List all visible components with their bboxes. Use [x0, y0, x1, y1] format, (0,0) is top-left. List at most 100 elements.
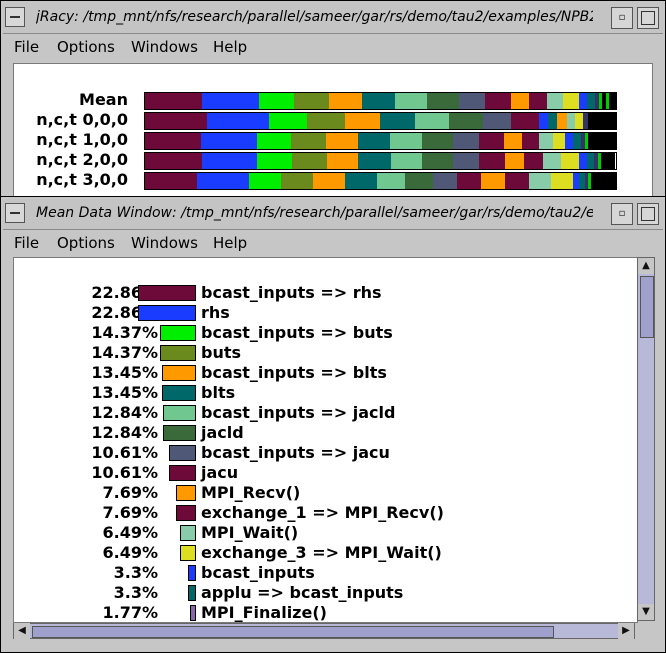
- mean-data-entry[interactable]: 12.84% bcast_inputs => jacld: [14, 403, 614, 422]
- window-menu-icon[interactable]: [5, 203, 25, 223]
- bar-segment[interactable]: [579, 153, 587, 169]
- bar-segment[interactable]: [291, 133, 326, 149]
- scroll-down-icon[interactable]: ▼: [638, 604, 654, 620]
- bar-segment[interactable]: [561, 153, 579, 169]
- bar-segment[interactable]: [529, 173, 551, 189]
- bar-segment[interactable]: [405, 173, 433, 189]
- mean-data-entry[interactable]: 10.61% bcast_inputs => jacu: [14, 443, 614, 462]
- bar-segment[interactable]: [200, 133, 257, 149]
- bar-segment[interactable]: [485, 93, 511, 109]
- bar-segment[interactable]: [362, 93, 395, 109]
- bar-segment[interactable]: [587, 93, 595, 109]
- mean-data-entry[interactable]: 13.45% bcast_inputs => blts: [14, 363, 614, 382]
- bar-segment[interactable]: [145, 173, 197, 189]
- bar-segment[interactable]: [547, 93, 563, 109]
- bar-segment[interactable]: [281, 173, 313, 189]
- bar-segment[interactable]: [572, 133, 581, 149]
- bar-segment[interactable]: [479, 153, 505, 169]
- bar-segment[interactable]: [329, 93, 362, 109]
- bar-segment[interactable]: [345, 113, 380, 129]
- bar-segment[interactable]: [511, 93, 529, 109]
- vertical-scrollbar[interactable]: ▲ ▼: [637, 257, 655, 621]
- bar-segment[interactable]: [415, 113, 449, 129]
- bar-segment[interactable]: [294, 93, 329, 109]
- bar-segment[interactable]: [553, 133, 565, 149]
- bar-segment[interactable]: [529, 93, 547, 109]
- profile-row[interactable]: Mean: [14, 90, 652, 110]
- stacked-bar[interactable]: [144, 152, 617, 170]
- bar-segment[interactable]: [587, 153, 594, 169]
- maximize-icon[interactable]: [637, 7, 659, 29]
- vertical-scroll-thumb[interactable]: [640, 276, 654, 338]
- menu-file[interactable]: File: [14, 234, 39, 252]
- bar-segment[interactable]: [197, 173, 249, 189]
- bar-segment[interactable]: [457, 173, 481, 189]
- bar-segment[interactable]: [609, 93, 616, 109]
- bar-segment[interactable]: [357, 133, 391, 149]
- bar-segment[interactable]: [539, 133, 554, 149]
- bar-segment[interactable]: [453, 133, 479, 149]
- minimize-icon[interactable]: ▫: [611, 7, 633, 29]
- mean-data-entry[interactable]: 10.61% jacu: [14, 463, 614, 482]
- menu-help[interactable]: Help: [213, 234, 247, 252]
- bar-segment[interactable]: [433, 173, 457, 189]
- menu-windows[interactable]: Windows: [131, 38, 198, 56]
- menu-options[interactable]: Options: [57, 38, 115, 56]
- mean-data-entry[interactable]: 13.45% blts: [14, 383, 614, 402]
- bar-segment[interactable]: [269, 113, 307, 129]
- bar-segment[interactable]: [307, 113, 345, 129]
- mean-data-entry[interactable]: 6.49% exchange_3 => MPI_Wait(): [14, 543, 614, 562]
- bar-segment[interactable]: [145, 133, 201, 149]
- bar-segment[interactable]: [453, 153, 479, 169]
- bar-segment[interactable]: [427, 93, 459, 109]
- profile-row[interactable]: n,c,t 1,0,0: [14, 130, 652, 150]
- mean-data-entry[interactable]: 12.84% jacld: [14, 423, 614, 442]
- mean-data-entry[interactable]: 3.3% bcast_inputs: [14, 563, 614, 582]
- horizontal-scroll-thumb[interactable]: [32, 626, 554, 638]
- bar-segment[interactable]: [587, 133, 616, 149]
- scroll-right-icon[interactable]: ▶: [618, 623, 634, 639]
- mean-data-entry[interactable]: 22.86% rhs: [14, 303, 614, 322]
- bar-segment[interactable]: [313, 173, 345, 189]
- menu-help[interactable]: Help: [213, 38, 247, 56]
- bar-segment[interactable]: [567, 113, 575, 129]
- bar-segment[interactable]: [588, 113, 616, 129]
- bar-segment[interactable]: [395, 93, 427, 109]
- bar-segment[interactable]: [548, 113, 557, 129]
- bar-segment[interactable]: [543, 153, 561, 169]
- mean-data-entry[interactable]: 22.86% bcast_inputs => rhs: [14, 283, 614, 302]
- bar-segment[interactable]: [377, 173, 405, 189]
- bar-segment[interactable]: [202, 93, 259, 109]
- scroll-up-icon[interactable]: ▲: [638, 258, 654, 274]
- bar-segment[interactable]: [505, 153, 524, 169]
- bar-segment[interactable]: [345, 173, 377, 189]
- horizontal-scrollbar[interactable]: ◀ ▶: [13, 623, 635, 639]
- window-menu-icon[interactable]: [5, 7, 25, 27]
- mean-data-entry[interactable]: 1.77% MPI_Finalize(): [14, 603, 614, 622]
- bar-segment[interactable]: [358, 153, 391, 169]
- bar-segment[interactable]: [145, 93, 202, 109]
- menu-options[interactable]: Options: [57, 234, 115, 252]
- bar-segment[interactable]: [422, 153, 453, 169]
- bar-segment[interactable]: [511, 113, 539, 129]
- bar-segment[interactable]: [483, 113, 511, 129]
- bar-segment[interactable]: [459, 93, 485, 109]
- menu-file[interactable]: File: [14, 38, 39, 56]
- bar-segment[interactable]: [521, 133, 540, 149]
- bar-segment[interactable]: [505, 173, 529, 189]
- maximize-icon[interactable]: [637, 203, 659, 225]
- bar-segment[interactable]: [551, 173, 573, 189]
- bar-segment[interactable]: [481, 173, 505, 189]
- bar-segment[interactable]: [145, 153, 202, 169]
- bar-segment[interactable]: [327, 153, 358, 169]
- mean-data-entry[interactable]: 14.37% bcast_inputs => buts: [14, 323, 614, 342]
- profile-row[interactable]: n,c,t 3,0,0: [14, 170, 652, 190]
- stacked-bar[interactable]: [144, 92, 617, 110]
- profile-row[interactable]: n,c,t 0,0,0: [14, 110, 652, 130]
- profile-row[interactable]: n,c,t 2,0,0: [14, 150, 652, 170]
- bar-segment[interactable]: [259, 93, 294, 109]
- bar-segment[interactable]: [390, 133, 422, 149]
- bar-segment[interactable]: [504, 133, 522, 149]
- bar-segment[interactable]: [391, 153, 422, 169]
- bar-segment[interactable]: [449, 113, 483, 129]
